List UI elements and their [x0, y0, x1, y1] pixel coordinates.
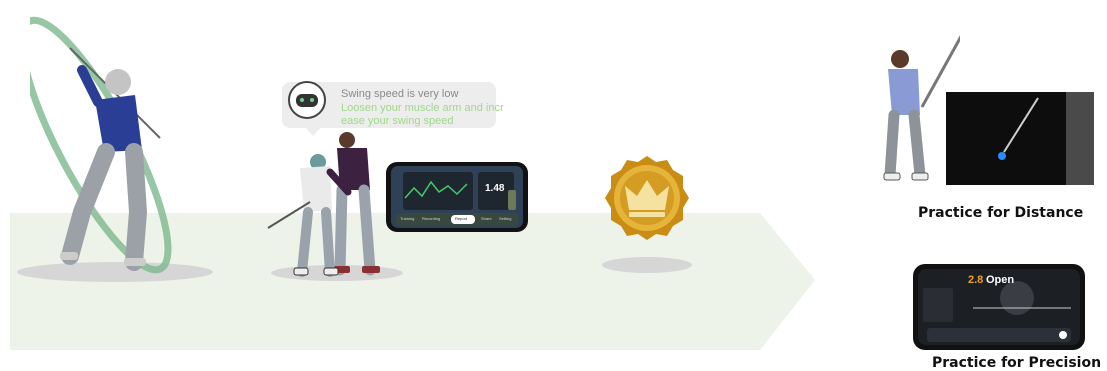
report-tab-training[interactable]: Training [400, 216, 414, 221]
senior-golfer-illustration [30, 16, 172, 274]
distance-practice-photo [946, 92, 1094, 185]
report-value: 1.48 [485, 183, 505, 194]
coach-message-line-1: Swing speed is very low [341, 88, 459, 100]
coach-message-line-3: ease your swing speed [341, 115, 454, 127]
report-tab-report[interactable]: Report [455, 216, 467, 221]
precision-value: 2.8 [968, 274, 984, 286]
report-tab-setting[interactable]: Setting [499, 216, 511, 221]
report-tab-share[interactable]: Share [481, 216, 492, 221]
robot-face-icon [288, 81, 326, 119]
coach-message-line-2: Loosen your muscle arm and incr [341, 102, 504, 114]
swing-report-phone [386, 162, 528, 232]
crown-coin-icon [605, 156, 689, 240]
report-tab-recording[interactable]: Recording [422, 216, 440, 221]
caption-distance: Practice for Distance [918, 205, 1084, 221]
coaching-golfers-illustration [267, 132, 380, 277]
precision-label: Open [986, 274, 1015, 286]
caption-precision: Practice for Precision [932, 355, 1102, 371]
